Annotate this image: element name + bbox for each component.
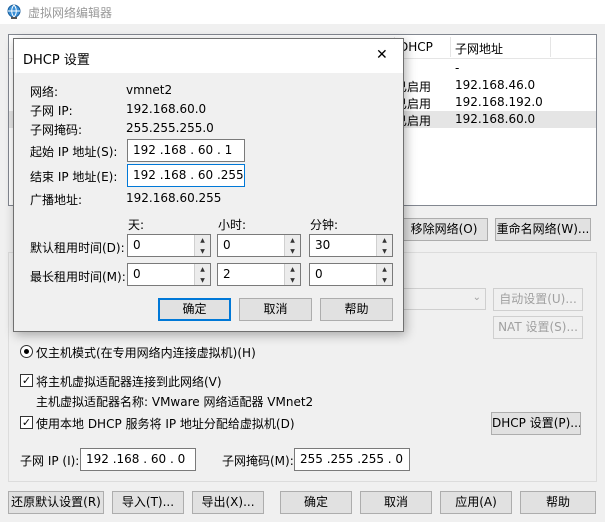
spin-down-icon[interactable]: ▼ [195, 275, 210, 285]
host-only-label[interactable]: 仅主机模式(在专用网络内连接虚拟机)(H) [36, 344, 256, 361]
row-subnet: 192.168.60.0 [455, 112, 536, 126]
subnet-mask-input[interactable]: 255 .255 .255 . 0 [294, 448, 410, 471]
start-ip-label: 起始 IP 地址(S): [30, 145, 118, 159]
spin-down-icon[interactable]: ▼ [377, 275, 392, 285]
spin-up-icon[interactable]: ▲ [285, 264, 300, 275]
rename-network-button[interactable]: 重命名网络(W)... [495, 218, 591, 241]
default-lease-hours-value: 0 [223, 238, 231, 252]
default-lease-minutes-value: 30 [315, 238, 331, 252]
export-button[interactable]: 导出(X)... [192, 491, 264, 514]
network-label: 网络: [30, 85, 59, 99]
start-ip-input[interactable]: 192 .168 . 60 . 1 [127, 139, 245, 162]
main-title-bar: 虚拟网络编辑器 [0, 0, 605, 24]
row-subnet: - [455, 61, 460, 75]
default-lease-label: 默认租用时间(D): [30, 241, 125, 255]
use-dhcp-checkbox[interactable]: ✓ [20, 416, 33, 429]
spin-up-icon[interactable]: ▲ [195, 235, 210, 246]
spin-buttons[interactable]: ▲ ▼ [194, 264, 210, 285]
adapter-name-label: 主机虚拟适配器名称: VMware 网络适配器 VMnet2 [36, 395, 314, 409]
row-subnet: 192.168.192.0 [455, 95, 543, 109]
subnet-mask-value: 255.255.255.0 [126, 121, 214, 135]
spin-up-icon[interactable]: ▲ [377, 235, 392, 246]
dialog-ok-button[interactable]: 确定 [158, 298, 231, 321]
subnet-ip-label: 子网 IP (I): [20, 454, 80, 468]
remove-network-button[interactable]: 移除网络(O) [400, 218, 488, 241]
max-lease-days-spinner[interactable]: 0 ▲ ▼ [127, 263, 211, 286]
help-button[interactable]: 帮助 [520, 491, 596, 514]
spin-up-icon[interactable]: ▲ [377, 264, 392, 275]
broadcast-label: 广播地址: [30, 193, 83, 207]
max-lease-hours-spinner[interactable]: 2 ▲ ▼ [217, 263, 301, 286]
connect-adapter-label[interactable]: 将主机虚拟适配器连接到此网络(V) [36, 373, 222, 390]
max-lease-days-value: 0 [133, 267, 141, 281]
auto-settings-button[interactable]: 自动设置(U)... [493, 288, 583, 311]
spin-down-icon[interactable]: ▼ [377, 246, 392, 256]
host-only-radio[interactable] [20, 345, 33, 358]
subnet-ip-value: 192.168.60.0 [126, 102, 207, 116]
max-lease-hours-value: 2 [223, 267, 231, 281]
bridge-adapter-select: ⌄ [400, 288, 486, 310]
spin-up-icon[interactable]: ▲ [285, 235, 300, 246]
spin-down-icon[interactable]: ▼ [285, 275, 300, 285]
ok-button[interactable]: 确定 [280, 491, 352, 514]
max-lease-minutes-spinner[interactable]: 0 ▲ ▼ [309, 263, 393, 286]
row-subnet: 192.168.46.0 [455, 78, 536, 92]
spin-up-icon[interactable]: ▲ [195, 264, 210, 275]
dialog-title: DHCP 设置 [23, 53, 90, 68]
header-divider [450, 37, 451, 57]
subnet-ip-input[interactable]: 192 .168 . 60 . 0 [80, 448, 196, 471]
subnet-ip-label: 子网 IP: [30, 104, 73, 118]
default-lease-hours-spinner[interactable]: 0 ▲ ▼ [217, 234, 301, 257]
connect-adapter-checkbox[interactable]: ✓ [20, 374, 33, 387]
default-lease-days-spinner[interactable]: 0 ▲ ▼ [127, 234, 211, 257]
spin-buttons[interactable]: ▲ ▼ [376, 235, 392, 256]
spin-buttons[interactable]: ▲ ▼ [376, 264, 392, 285]
main-window-title: 虚拟网络编辑器 [28, 6, 113, 20]
col-hours-label: 小时: [218, 218, 247, 232]
subnet-mask-label: 子网掩码(M): [222, 454, 294, 468]
max-lease-label: 最长租用时间(M): [30, 270, 126, 284]
col-days-label: 天: [128, 218, 145, 232]
chevron-down-icon: ⌄ [472, 292, 481, 303]
apply-button[interactable]: 应用(A) [440, 491, 512, 514]
col-minutes-label: 分钟: [310, 218, 339, 232]
header-divider [550, 37, 551, 57]
header-dhcp[interactable]: DHCP [399, 40, 433, 54]
spin-buttons[interactable]: ▲ ▼ [284, 264, 300, 285]
broadcast-value: 192.168.60.255 [126, 191, 222, 205]
dialog-title-bar: DHCP 设置 ✕ [14, 39, 403, 73]
spin-buttons[interactable]: ▲ ▼ [284, 235, 300, 256]
subnet-mask-label: 子网掩码: [30, 123, 83, 137]
spin-buttons[interactable]: ▲ ▼ [194, 235, 210, 256]
spin-down-icon[interactable]: ▼ [285, 246, 300, 256]
restore-defaults-button[interactable]: 还原默认设置(R) [8, 491, 104, 514]
network-value: vmnet2 [126, 83, 173, 97]
nat-settings-button[interactable]: NAT 设置(S)... [493, 316, 583, 339]
dialog-cancel-button[interactable]: 取消 [239, 298, 312, 321]
header-subnet[interactable]: 子网地址 [455, 40, 503, 57]
globe-icon [6, 4, 22, 20]
cancel-button[interactable]: 取消 [360, 491, 432, 514]
dhcp-settings-button[interactable]: DHCP 设置(P)... [491, 412, 581, 435]
use-dhcp-label[interactable]: 使用本地 DHCP 服务将 IP 地址分配给虚拟机(D) [36, 415, 295, 432]
spin-down-icon[interactable]: ▼ [195, 246, 210, 256]
default-lease-days-value: 0 [133, 238, 141, 252]
default-lease-minutes-spinner[interactable]: 30 ▲ ▼ [309, 234, 393, 257]
dialog-help-button[interactable]: 帮助 [320, 298, 393, 321]
max-lease-minutes-value: 0 [315, 267, 323, 281]
dhcp-settings-dialog: DHCP 设置 ✕ 网络: vmnet2 子网 IP: 192.168.60.0… [13, 38, 404, 332]
end-ip-input[interactable]: 192 .168 . 60 .255 [127, 164, 245, 187]
import-button[interactable]: 导入(T)... [112, 491, 184, 514]
close-icon[interactable]: ✕ [376, 47, 388, 63]
end-ip-label: 结束 IP 地址(E): [30, 170, 118, 184]
